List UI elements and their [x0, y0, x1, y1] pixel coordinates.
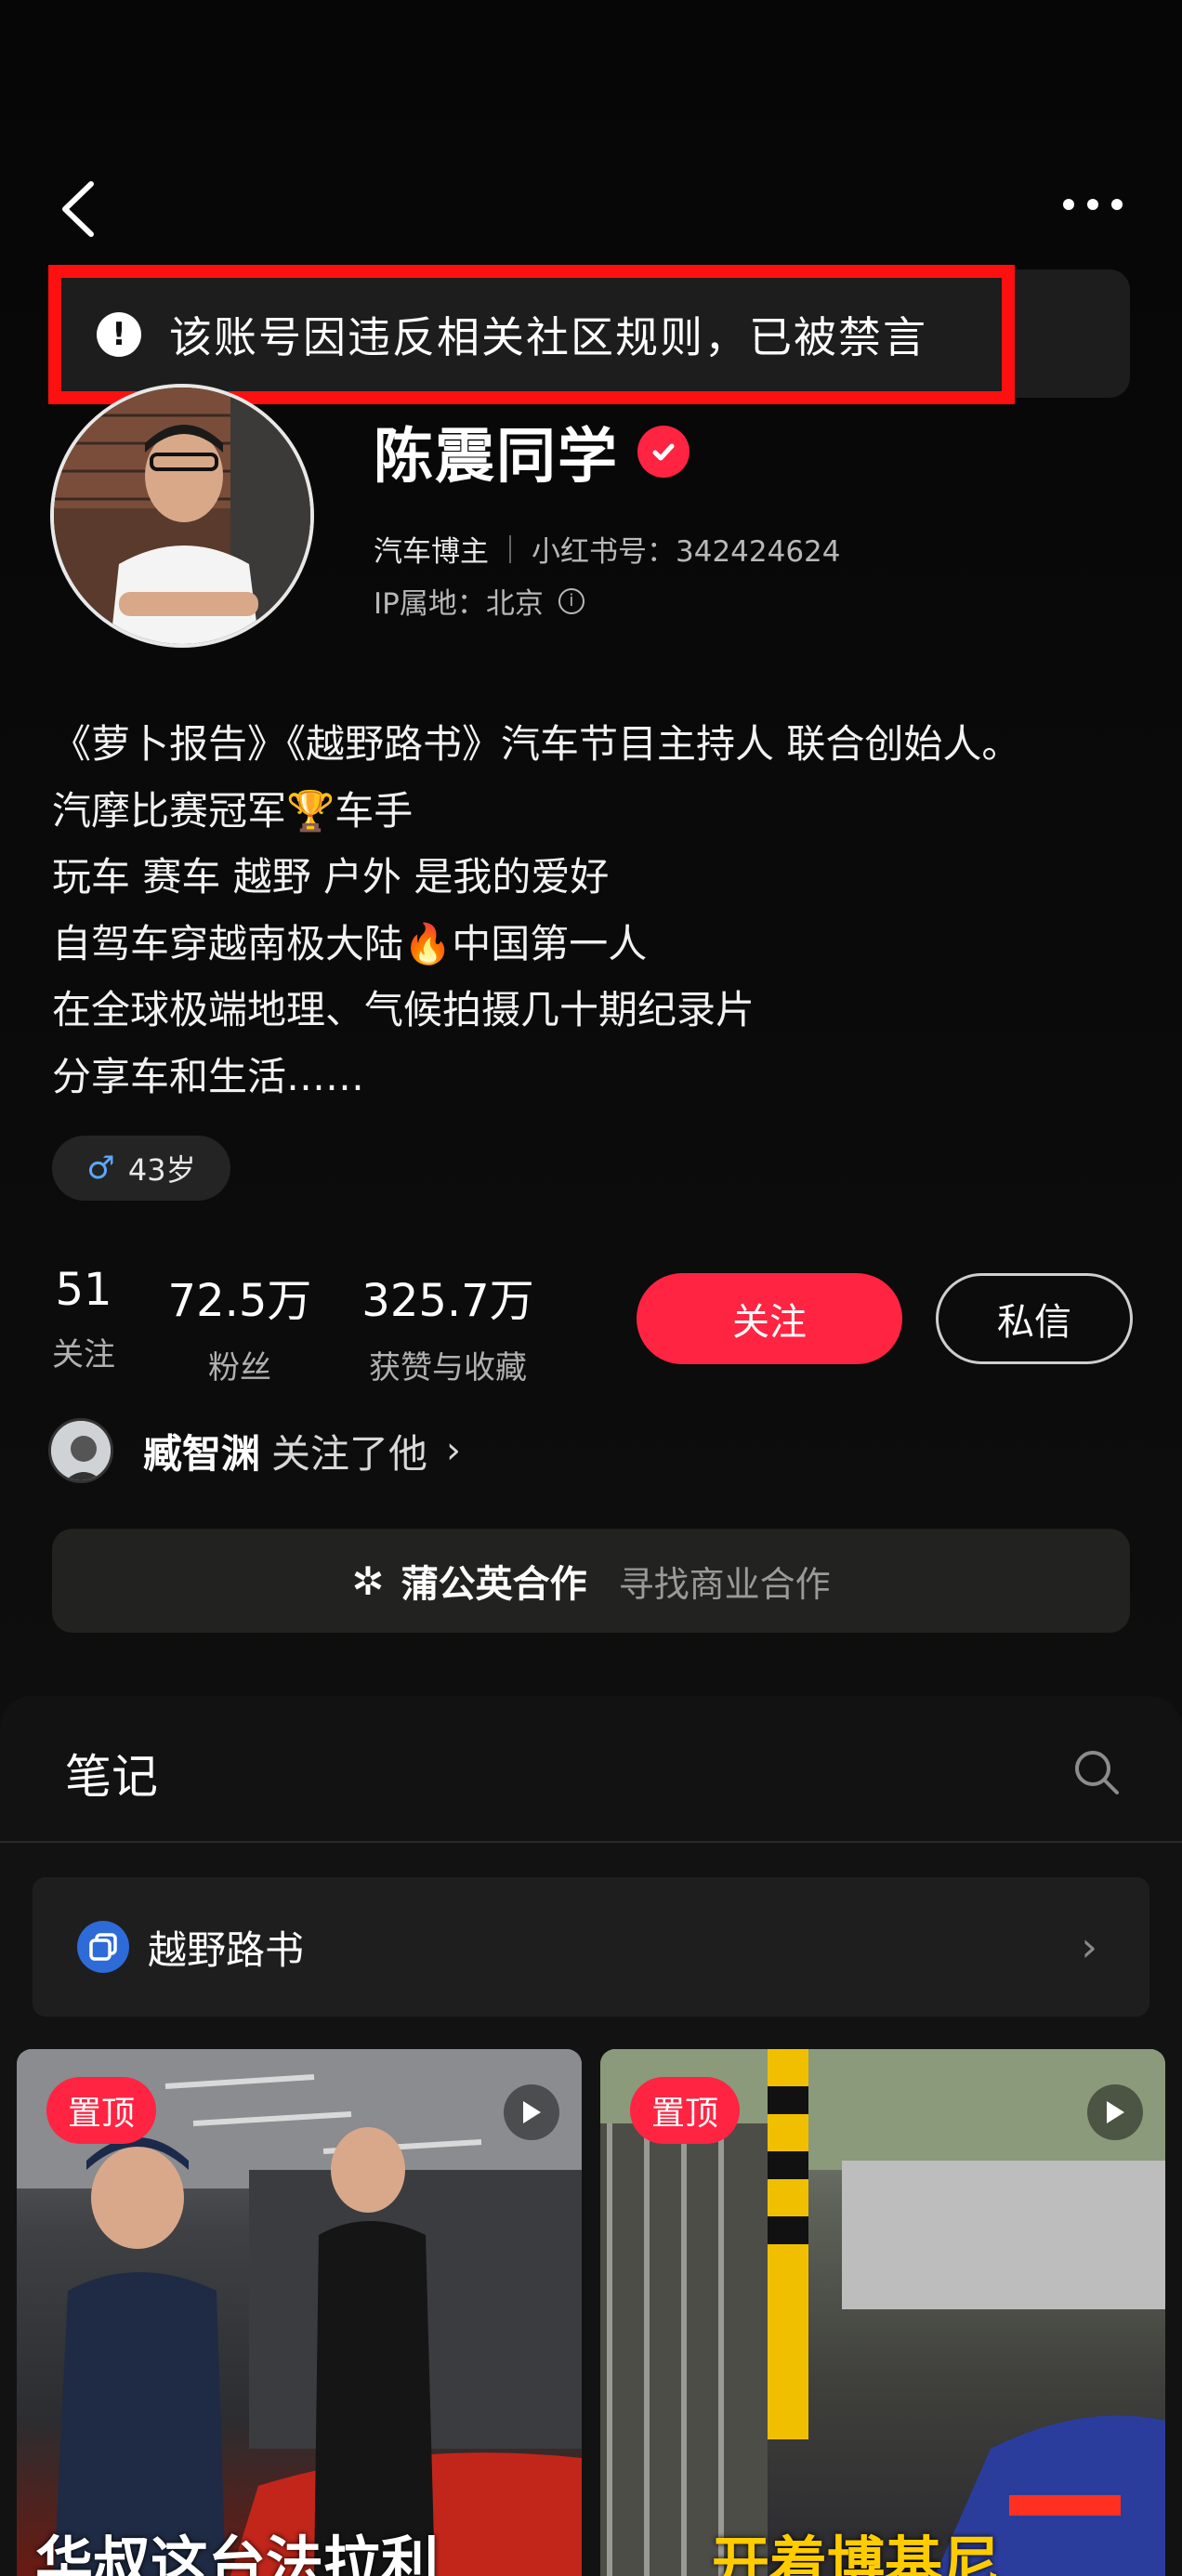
stat-following[interactable]: 51 关注 — [48, 1264, 119, 1374]
stat-value: 51 — [55, 1264, 112, 1316]
profile-name-row: 陈震同学 — [374, 409, 690, 494]
info-icon[interactable]: i — [558, 587, 584, 614]
profile-meta: 汽车博主 小红书号：342424624 — [374, 528, 841, 570]
play-icon — [504, 2084, 559, 2140]
stat-followers[interactable]: 72.5万 粉丝 — [167, 1264, 312, 1387]
search-icon[interactable] — [1072, 1748, 1121, 1796]
bio-line: 分享车和生活…… — [52, 1053, 365, 1099]
cooperation-subtitle: 寻找商业合作 — [618, 1563, 831, 1605]
ban-notice: ! 该账号因违反相关社区规则，已被禁言 — [48, 265, 1015, 404]
profile-role: 汽车博主 — [374, 535, 489, 569]
mutual-avatar — [48, 1418, 113, 1483]
more-options-button[interactable] — [1056, 186, 1130, 223]
more-dot-icon — [1111, 199, 1123, 210]
ban-notice-text: 该账号因违反相关社区规则，已被禁言 — [169, 312, 927, 362]
notes-header: 笔记 — [0, 1696, 1182, 1843]
mutual-text: 关注了他 — [271, 1430, 428, 1477]
age-tag: ♂ 43岁 — [52, 1136, 230, 1201]
more-dot-icon — [1063, 199, 1074, 210]
ip-location: IP属地：北京 — [374, 587, 544, 621]
stat-label: 关注 — [52, 1336, 115, 1373]
verified-icon — [637, 426, 690, 478]
play-icon — [1087, 2084, 1143, 2140]
bio-line: 自驾车穿越南极大陆🔥中国第一人 — [52, 920, 648, 966]
collection-label: 越野路书 — [148, 1926, 305, 1973]
bio-line: 汽摩比赛冠军🏆车手 — [52, 787, 414, 834]
stat-likes-collects[interactable]: 325.7万 获赞与收藏 — [355, 1264, 541, 1387]
note-caption: 开着博基尼 — [712, 2530, 1001, 2576]
divider — [509, 534, 511, 563]
pinned-badge: 置顶 — [46, 2077, 156, 2144]
collection-item[interactable]: 越野路书 › — [33, 1877, 1149, 2017]
bio: 《萝卜报告》《越野路书》汽车节目主持人 联合创始人。 汽摩比赛冠军🏆车手 玩车 … — [52, 711, 1149, 1110]
cooperation-title: 蒲公英合作 — [401, 1563, 587, 1606]
note-card[interactable]: 置顶 开着博基尼 — [600, 2049, 1165, 2576]
note-caption: 华叔这台法拉利 — [35, 2530, 440, 2576]
mutual-name: 臧智渊 — [143, 1430, 261, 1477]
warning-icon: ! — [97, 312, 141, 357]
account-id[interactable]: 小红书号：342424624 — [532, 528, 841, 570]
tab-notes[interactable]: 笔记 — [65, 1740, 158, 1807]
mutual-follow-row[interactable]: 臧智渊 关注了他 › — [48, 1418, 461, 1483]
stat-value: 72.5万 — [167, 1275, 312, 1327]
more-dot-icon — [1087, 199, 1098, 210]
cooperation-banner[interactable]: ✲ 蒲公英合作 寻找商业合作 — [52, 1529, 1130, 1633]
pinned-badge: 置顶 — [630, 2077, 740, 2144]
back-button[interactable] — [54, 177, 110, 242]
bio-line: 《萝卜报告》《越野路书》汽车节目主持人 联合创始人。 — [52, 721, 1021, 767]
age-text: 43岁 — [127, 1152, 196, 1188]
chevron-right-icon: › — [1081, 1924, 1097, 1971]
stat-label: 粉丝 — [208, 1349, 271, 1387]
chevron-right-icon: › — [446, 1429, 462, 1472]
male-icon: ♂ — [86, 1150, 115, 1187]
avatar-image — [54, 388, 310, 644]
dandelion-icon: ✲ — [351, 1557, 385, 1604]
bio-line: 在全球极端地理、气候拍摄几十期纪录片 — [52, 987, 755, 1032]
ip-location-row[interactable]: IP属地：北京 i — [374, 580, 584, 622]
avatar[interactable] — [50, 384, 314, 648]
note-card[interactable]: 置顶 华叔这台法拉利 — [17, 2049, 582, 2576]
profile-page: ! 该账号因违反相关社区规则，已被禁言 陈震同学 汽车博主 小红书号：34242… — [0, 0, 1182, 2576]
collection-icon — [77, 1921, 129, 1973]
profile-name: 陈震同学 — [374, 423, 619, 492]
back-arrow-icon — [62, 181, 94, 237]
stat-value: 325.7万 — [361, 1275, 534, 1327]
stat-label: 获赞与收藏 — [369, 1349, 527, 1387]
follow-button[interactable]: 关注 — [637, 1273, 902, 1364]
message-button[interactable]: 私信 — [936, 1273, 1133, 1364]
bio-line: 玩车 赛车 越野 户外 是我的爱好 — [52, 854, 610, 900]
